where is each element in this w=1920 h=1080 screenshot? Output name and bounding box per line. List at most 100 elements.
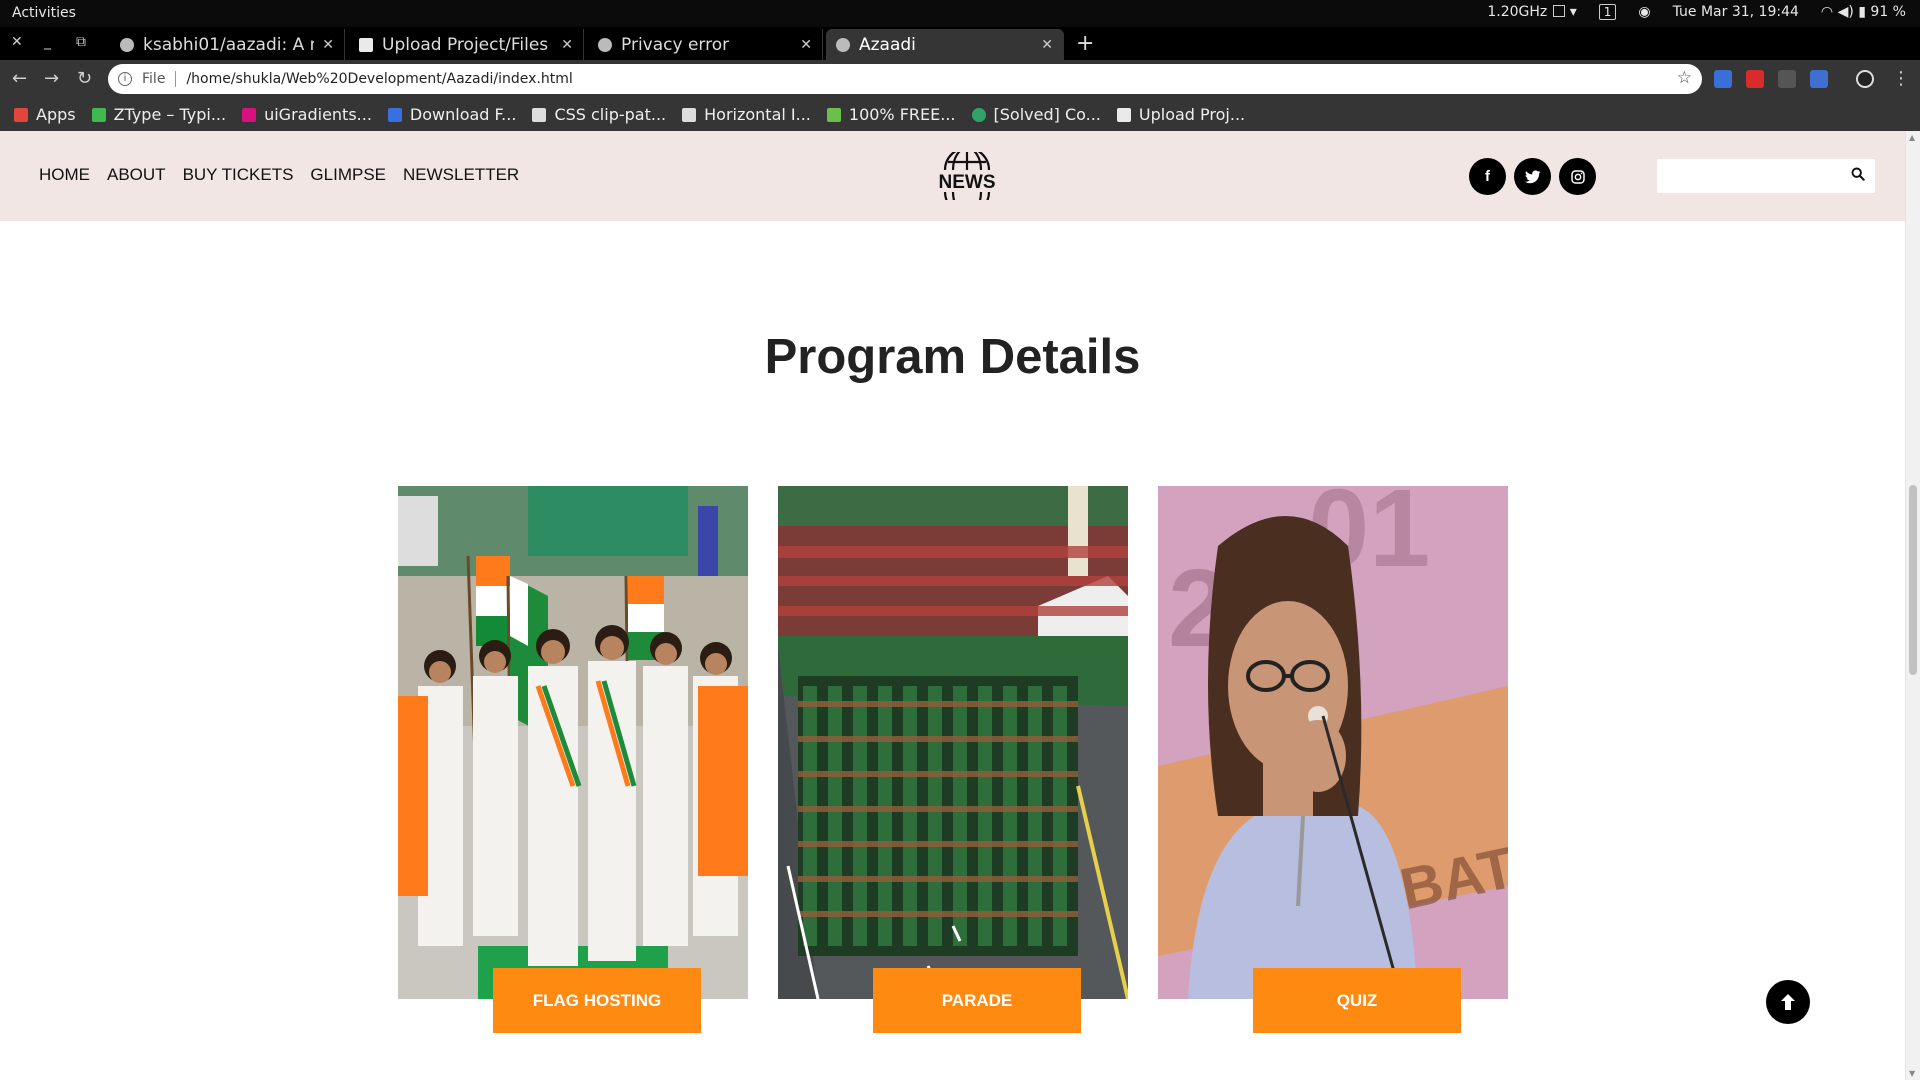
bookmark-label: Download F... xyxy=(409,105,517,124)
url-scheme: File xyxy=(142,71,177,87)
url-text[interactable]: /home/shukla/Web%20Development/Aazadi/in… xyxy=(186,71,572,87)
profile-avatar-icon[interactable] xyxy=(1856,70,1874,88)
extension-record-icon[interactable] xyxy=(1746,70,1764,88)
page-scrollbar[interactable]: ▲ ▼ xyxy=(1905,131,1920,1080)
window-restore-icon[interactable]: ⧉ xyxy=(76,34,86,50)
cpu-frequency[interactable]: 1.20GHz ▾ xyxy=(1487,4,1576,20)
reload-icon[interactable]: ↻ xyxy=(77,68,92,89)
bookmark-label: uiGradients... xyxy=(264,105,372,124)
site-info-icon[interactable]: i xyxy=(118,72,132,86)
cpu-icon xyxy=(1553,5,1566,17)
nav-home[interactable]: HOME xyxy=(39,165,90,185)
logo-text: NEWS xyxy=(939,172,996,193)
bookmark-item[interactable]: uiGradients... xyxy=(242,105,372,124)
search-icon[interactable] xyxy=(1851,167,1865,181)
window-minimize-icon[interactable]: _ xyxy=(44,34,51,50)
bookmark-label: [Solved] Co... xyxy=(993,105,1101,124)
bookmark-item[interactable]: [Solved] Co... xyxy=(971,105,1101,124)
main-nav: HOME ABOUT BUY TICKETS GLIMPSE NEWSLETTE… xyxy=(39,165,519,185)
tab-strip: ✕ _ ⧉ ksabhi01/aazadi: A ne ✕ Upload Pro… xyxy=(0,27,1920,60)
forward-icon[interactable]: → xyxy=(44,68,59,89)
tm-icon xyxy=(1116,107,1131,122)
apps-grid-icon xyxy=(14,107,28,122)
tab-close-icon[interactable]: ✕ xyxy=(1041,37,1053,53)
browser-tab[interactable]: Privacy error ✕ xyxy=(588,29,823,60)
tab-title: Azaadi xyxy=(859,34,916,55)
extension-plane-icon[interactable] xyxy=(1810,70,1828,88)
tab-close-icon[interactable]: ✕ xyxy=(800,37,812,53)
bookmark-apps[interactable]: Apps xyxy=(14,105,76,124)
bookmark-item[interactable]: Download F... xyxy=(387,105,517,124)
cpu-frequency-label: 1.20GHz xyxy=(1487,4,1548,20)
browser-tab[interactable]: ksabhi01/aazadi: A ne ✕ xyxy=(110,29,345,60)
browser-menu-icon[interactable]: ⋮ xyxy=(1892,68,1910,89)
solved-icon xyxy=(971,107,986,122)
bookmark-label: Horizontal I... xyxy=(704,105,811,124)
workspace-indicator[interactable]: 1 xyxy=(1598,4,1617,20)
bookmark-star-icon[interactable]: ☆ xyxy=(1677,68,1692,88)
news-logo[interactable]: NEWS xyxy=(933,152,1001,200)
bookmark-item[interactable]: Upload Proj... xyxy=(1116,105,1245,124)
free-icon xyxy=(826,107,841,122)
ztype-icon xyxy=(91,107,106,122)
nav-about[interactable]: ABOUT xyxy=(107,165,166,185)
quiz-button[interactable]: QUIZ xyxy=(1253,968,1461,1033)
wifi-icon: ◠ xyxy=(1820,4,1834,20)
address-bar[interactable]: i File /home/shukla/Web%20Development/Aa… xyxy=(108,64,1702,94)
nav-glimpse[interactable]: GLIMPSE xyxy=(310,165,386,185)
scroll-down-icon[interactable]: ▼ xyxy=(1909,1069,1915,1078)
system-status[interactable]: ◠ ◀) ▮ 91 % xyxy=(1821,4,1906,20)
tab-close-icon[interactable]: ✕ xyxy=(322,37,334,53)
bookmark-item[interactable]: Horizontal I... xyxy=(682,105,811,124)
extension-pen-icon[interactable] xyxy=(1714,70,1732,88)
download-icon xyxy=(387,107,402,122)
bookmark-label: ZType – Typi... xyxy=(113,105,227,124)
codepen-icon xyxy=(532,107,547,122)
site-search xyxy=(1657,159,1875,193)
codepen-icon xyxy=(682,107,697,122)
bookmark-label: Apps xyxy=(36,105,76,124)
browser-tab[interactable]: Upload Project/Files O ✕ xyxy=(349,29,584,60)
scroll-to-top-button[interactable] xyxy=(1766,980,1810,1024)
parade-button[interactable]: PARADE xyxy=(873,968,1081,1033)
clock[interactable]: Tue Mar 31, 19:44 xyxy=(1673,4,1799,20)
uigradients-icon xyxy=(242,107,257,122)
instagram-icon[interactable] xyxy=(1559,158,1596,195)
scrollbar-thumb[interactable] xyxy=(1909,485,1917,675)
new-tab-button[interactable]: + xyxy=(1076,31,1094,56)
bookmark-label: CSS clip-pat... xyxy=(554,105,667,124)
bookmark-item[interactable]: 100% FREE... xyxy=(826,105,956,124)
page-viewport: HOME ABOUT BUY TICKETS GLIMPSE NEWSLETTE… xyxy=(0,131,1920,1080)
bookmark-label: 100% FREE... xyxy=(848,105,956,124)
scroll-up-icon[interactable]: ▲ xyxy=(1909,133,1915,142)
arrow-up-icon xyxy=(1781,994,1795,1010)
window-close-icon[interactable]: ✕ xyxy=(11,34,23,50)
bookmark-item[interactable]: CSS clip-pat... xyxy=(532,105,666,124)
twitter-icon[interactable] xyxy=(1514,158,1551,195)
volume-icon: ◀) xyxy=(1837,4,1854,20)
activities-button[interactable]: Activities xyxy=(12,5,76,21)
battery-percentage: 91 % xyxy=(1870,4,1906,20)
program-card-flag: FLAG HOSTING xyxy=(398,486,748,1033)
quiz-photo: 20 01 EBATE xyxy=(1158,486,1508,999)
tab-close-icon[interactable]: ✕ xyxy=(561,37,573,53)
bookmarks-bar: Apps ZType – Typi... uiGradients... Down… xyxy=(0,98,1920,131)
globe-icon xyxy=(598,37,612,52)
bookmark-item[interactable]: ZType – Typi... xyxy=(91,105,227,124)
github-icon xyxy=(120,37,134,52)
browser-toolbar: ← → ↻ i File /home/shukla/Web%20Developm… xyxy=(0,60,1920,98)
extension-tool-icon[interactable] xyxy=(1778,70,1796,88)
search-input[interactable] xyxy=(1657,159,1837,193)
browser-tab-active[interactable]: Azaadi ✕ xyxy=(826,29,1064,60)
nav-buy-tickets[interactable]: BUY TICKETS xyxy=(183,165,294,185)
facebook-icon[interactable]: f xyxy=(1469,158,1506,195)
tm-icon xyxy=(359,37,373,52)
screenshot-icon[interactable]: ◉ xyxy=(1638,4,1650,20)
site-header: HOME ABOUT BUY TICKETS GLIMPSE NEWSLETTE… xyxy=(0,131,1905,221)
back-icon[interactable]: ← xyxy=(12,68,27,89)
section-title: Program Details xyxy=(764,330,1141,384)
flag-hosting-button[interactable]: FLAG HOSTING xyxy=(493,968,701,1033)
program-card-quiz: 20 01 EBATE QUIZ xyxy=(1158,486,1508,1033)
nav-newsletter[interactable]: NEWSLETTER xyxy=(403,165,519,185)
tab-title: Upload Project/Files O xyxy=(382,34,554,55)
